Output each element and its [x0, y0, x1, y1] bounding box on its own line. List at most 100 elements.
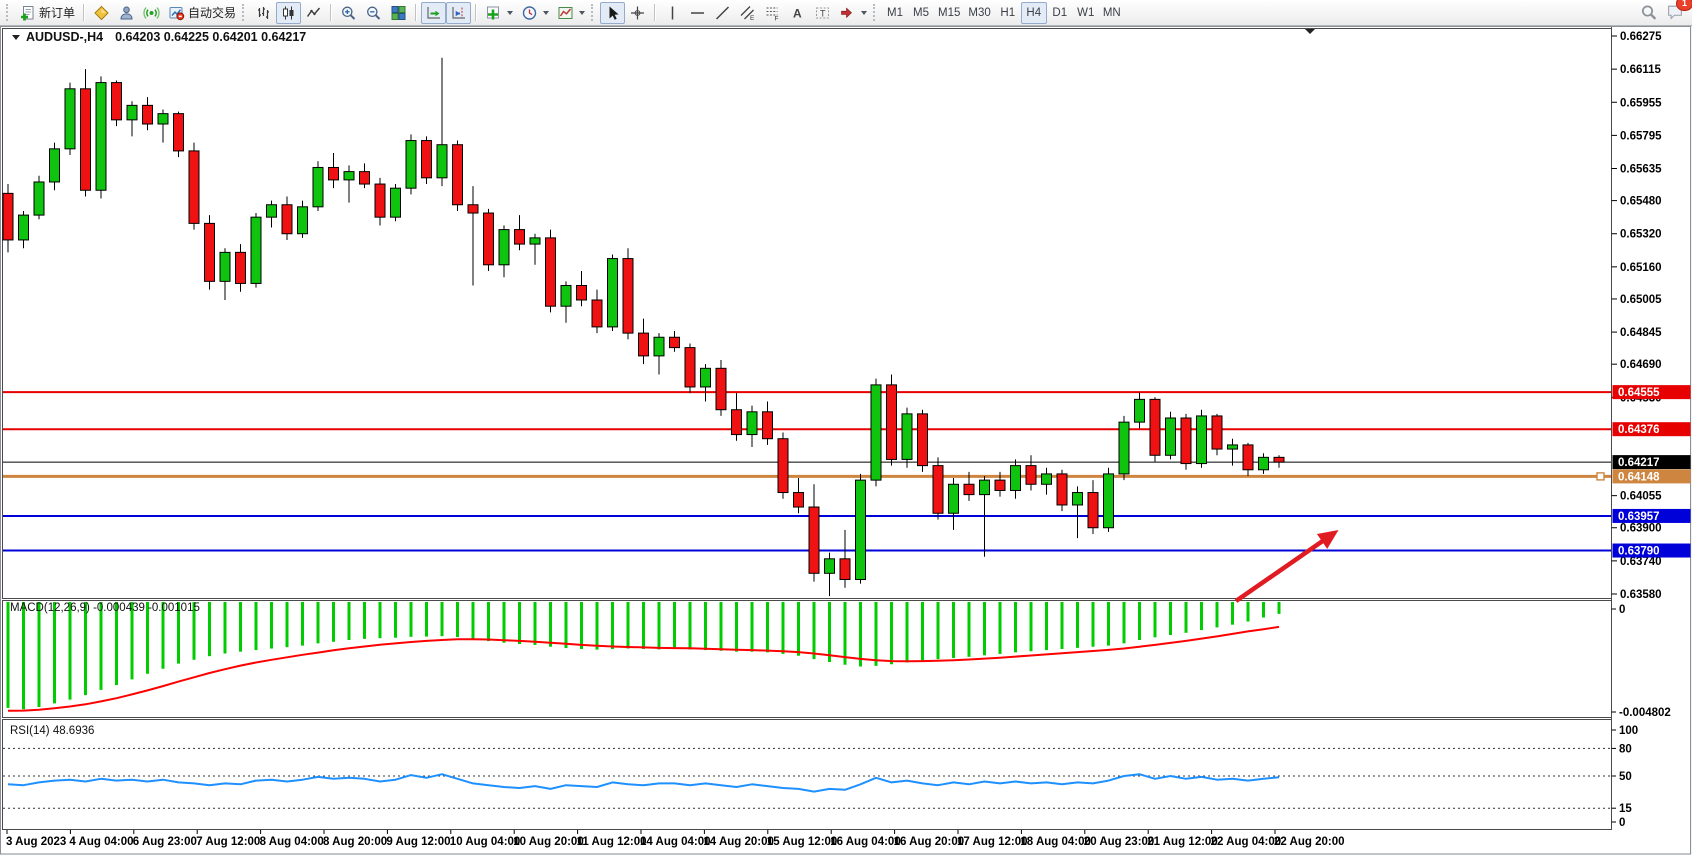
- candle-body: [1088, 493, 1098, 528]
- candle-body: [747, 412, 757, 435]
- candle-body: [1150, 399, 1160, 455]
- gold-diamond-icon: [93, 5, 110, 21]
- candle-body: [298, 207, 308, 234]
- timeframe-w1-button[interactable]: W1: [1073, 2, 1099, 24]
- signals-button[interactable]: [139, 2, 164, 24]
- bar-chart-button[interactable]: [251, 2, 276, 24]
- price-line-label: 0.63790: [1618, 546, 1660, 558]
- price-tick-label: 0.64055: [1620, 491, 1662, 503]
- candle-body: [313, 167, 323, 206]
- candle-body: [406, 141, 416, 189]
- equidistant-channel-button[interactable]: E: [735, 2, 760, 24]
- vertical-line-button[interactable]: [660, 2, 685, 24]
- autotrading-button[interactable]: 自动交易: [164, 2, 240, 24]
- auto-scroll-button[interactable]: [421, 2, 446, 24]
- periods-button[interactable]: [517, 2, 553, 24]
- candle-body: [1274, 457, 1284, 462]
- candle-body: [964, 484, 974, 494]
- fibonacci-button[interactable]: F: [760, 2, 785, 24]
- template-icon: [557, 5, 574, 21]
- time-tick-label: 21 Aug 12:00: [1147, 836, 1218, 848]
- candlestick-chart-button[interactable]: [276, 2, 301, 24]
- tile-windows-button[interactable]: [386, 2, 411, 24]
- macd-tick-label: -0.004802: [1619, 707, 1671, 719]
- candle-body: [1243, 445, 1253, 470]
- search-button[interactable]: [1636, 2, 1662, 24]
- new-order-label: 新订单: [39, 4, 75, 21]
- time-tick-label: 15 Aug 12:00: [767, 836, 838, 848]
- time-tick-label: 6 Aug 23:00: [133, 836, 197, 848]
- candle-body: [546, 238, 556, 306]
- candle-body: [499, 230, 509, 265]
- candle-body: [980, 480, 990, 494]
- timeframe-h4-button[interactable]: H4: [1021, 2, 1047, 24]
- candle-body: [468, 205, 478, 213]
- toolbar-grip[interactable]: [242, 4, 247, 21]
- timeframe-m15-button[interactable]: M15: [934, 2, 964, 24]
- candle-body: [670, 337, 680, 347]
- profile-button[interactable]: [114, 2, 139, 24]
- timeframe-m5-button[interactable]: M5: [908, 2, 934, 24]
- text-button[interactable]: A: [785, 2, 810, 24]
- toolbar: 新订单: [0, 0, 1692, 26]
- autotrading-label: 自动交易: [188, 4, 236, 21]
- tile-windows-icon: [390, 5, 407, 21]
- zoom-out-button[interactable]: [361, 2, 386, 24]
- cursor-button[interactable]: [600, 2, 625, 24]
- horizontal-line-button[interactable]: [685, 2, 710, 24]
- time-tick-label: 20 Aug 23:00: [1084, 836, 1155, 848]
- text-label-button[interactable]: T: [810, 2, 835, 24]
- candle-body: [918, 414, 928, 466]
- candle-body: [1119, 422, 1129, 474]
- templates-button[interactable]: [553, 2, 589, 24]
- candle-body: [34, 182, 44, 215]
- candle-body: [856, 480, 866, 579]
- price-line-label: 0.64148: [1618, 471, 1660, 483]
- timeframe-mn-button[interactable]: MN: [1099, 2, 1125, 24]
- toolbar-grip[interactable]: [591, 4, 596, 21]
- candle-body: [763, 412, 773, 439]
- search-icon: [1640, 4, 1658, 21]
- candle-body: [205, 223, 215, 281]
- candlestick-icon: [280, 5, 297, 21]
- trading-app-window: 0.662750.661150.659550.657950.656350.654…: [0, 0, 1692, 855]
- time-tick-label: 9 Aug 12:00: [386, 836, 450, 848]
- crosshair-button[interactable]: [625, 2, 650, 24]
- candle-body: [1228, 445, 1238, 449]
- time-tick-label: 4 Aug 04:00: [69, 836, 133, 848]
- person-icon: [118, 5, 135, 21]
- chart-canvas[interactable]: 0.662750.661150.659550.657950.656350.654…: [0, 0, 1692, 855]
- time-tick-label: 17 Aug 12:00: [957, 836, 1028, 848]
- timeframe-d1-button[interactable]: D1: [1047, 2, 1073, 24]
- arrows-button[interactable]: [835, 2, 871, 24]
- time-tick-label: 3 Aug 2023: [6, 836, 66, 848]
- trendline-button[interactable]: [710, 2, 735, 24]
- candle-body: [282, 205, 292, 234]
- candle-body: [902, 414, 912, 460]
- zoom-in-button[interactable]: [336, 2, 361, 24]
- candle-body: [1057, 474, 1067, 505]
- candle-body: [871, 385, 881, 480]
- candle-body: [220, 252, 230, 281]
- gold-diamond-button[interactable]: [89, 2, 114, 24]
- line-chart-button[interactable]: [301, 2, 326, 24]
- timeframe-m30-button[interactable]: M30: [964, 2, 994, 24]
- svg-text:A: A: [793, 6, 802, 20]
- chart-shift-button[interactable]: [446, 2, 471, 24]
- timeframe-h1-button[interactable]: H1: [995, 2, 1021, 24]
- new-order-button[interactable]: 新订单: [15, 2, 79, 24]
- line-handle: [1597, 473, 1604, 480]
- toolbar-grip[interactable]: [873, 4, 878, 21]
- candle-body: [484, 213, 494, 265]
- price-tick-label: 0.63900: [1620, 523, 1662, 535]
- candle-body: [1042, 474, 1052, 484]
- toolbar-grip[interactable]: [6, 4, 11, 21]
- dropdown-caret-icon: [507, 11, 513, 15]
- notification-badge: 1: [1676, 0, 1692, 11]
- candle-body: [995, 480, 1005, 490]
- candle-body: [716, 368, 726, 409]
- candle-body: [143, 105, 153, 124]
- timeframe-m1-button[interactable]: M1: [882, 2, 908, 24]
- indicators-button[interactable]: [481, 2, 517, 24]
- price-tick-label: 0.65005: [1620, 294, 1662, 306]
